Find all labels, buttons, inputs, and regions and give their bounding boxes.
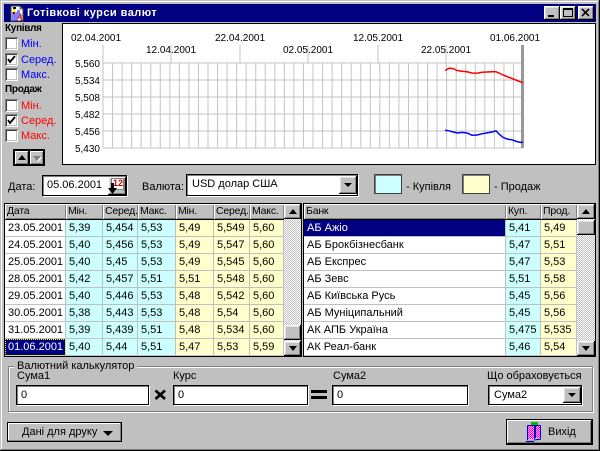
- svg-text:5,534: 5,534: [75, 76, 100, 87]
- svg-text:5,508: 5,508: [75, 93, 100, 104]
- svg-text:22.05.2001: 22.05.2001: [421, 45, 471, 56]
- svg-text:02.04.2001: 02.04.2001: [71, 33, 121, 44]
- svg-text:02.05.2001: 02.05.2001: [283, 45, 333, 56]
- svg-text:12.05.2001: 12.05.2001: [353, 33, 403, 44]
- svg-text:5,482: 5,482: [75, 110, 100, 121]
- svg-text:5,456: 5,456: [75, 127, 100, 138]
- svg-text:01.06.2001: 01.06.2001: [490, 33, 540, 44]
- svg-text:5,560: 5,560: [75, 59, 100, 70]
- svg-text:22.04.2001: 22.04.2001: [215, 33, 265, 44]
- svg-text:5,430: 5,430: [75, 144, 100, 155]
- svg-text:12.04.2001: 12.04.2001: [146, 45, 196, 56]
- svg-text:A: A: [16, 13, 24, 23]
